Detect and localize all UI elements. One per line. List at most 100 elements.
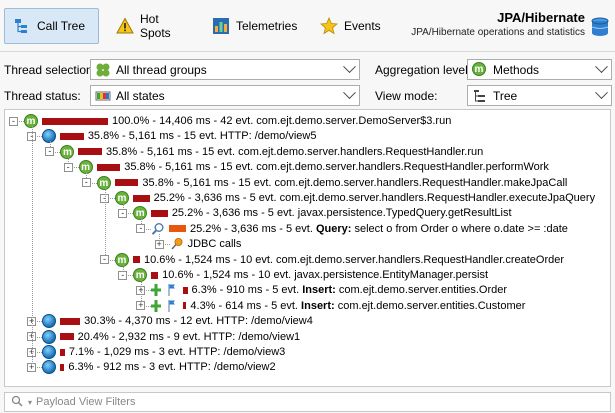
tree-expander[interactable]: - bbox=[118, 270, 128, 280]
app-window: Call Tree Hot Spots Telemetries Events J… bbox=[0, 0, 615, 413]
chevron-down-icon bbox=[343, 60, 356, 74]
tree-node-kind: Insert: bbox=[301, 299, 335, 312]
time-bar bbox=[183, 302, 187, 310]
tree-expander[interactable]: - bbox=[63, 162, 73, 172]
hot-spots-button[interactable]: Hot Spots bbox=[108, 8, 198, 44]
globe-icon bbox=[42, 314, 57, 329]
search-icon bbox=[11, 395, 23, 410]
tree-expander[interactable]: - bbox=[136, 224, 146, 234]
tree-node-label: 25.2% - 3,636 ms - 5 evt. com.ejt.demo.s… bbox=[153, 192, 596, 204]
view-title: JPA/Hibernate JPA/Hibernate operations a… bbox=[411, 10, 585, 38]
hot-spots-label: Hot Spots bbox=[140, 12, 171, 40]
tree-connector bbox=[122, 203, 124, 209]
tree-node[interactable]: m 10.6% - 1,524 ms - 10 evt. javax.persis… bbox=[133, 268, 488, 282]
tree-node-label: 6.3% - 912 ms - 3 evt. HTTP: /demo/view2 bbox=[68, 361, 276, 374]
tree-node[interactable]: m 35.8% - 5,161 ms - 15 evt. com.ejt.demo… bbox=[96, 175, 567, 190]
telemetries-label: Telemetries bbox=[236, 19, 298, 33]
tree-node-label: 35.8% - 5,161 ms - 15 evt. com.ejt.demo.… bbox=[106, 145, 484, 158]
view-subtitle-text: JPA/Hibernate operations and statistics bbox=[411, 27, 585, 38]
time-bar bbox=[133, 256, 140, 264]
toolbar: Call Tree Hot Spots Telemetries Events J… bbox=[0, 0, 615, 52]
globe-icon bbox=[42, 329, 57, 344]
time-bar bbox=[60, 363, 65, 371]
telemetries-button[interactable]: Telemetries bbox=[204, 8, 304, 44]
tree-expander[interactable]: + bbox=[154, 239, 164, 249]
time-bar bbox=[78, 148, 103, 156]
database-icon bbox=[589, 16, 611, 38]
tree-node[interactable]: m 25.2% - 3,636 ms - 5 evt. javax.persist… bbox=[133, 206, 512, 221]
view-mode-combo[interactable]: Tree bbox=[467, 85, 612, 106]
tree-node-label: 30.3% - 4,370 ms - 12 evt. HTTP: /demo/v… bbox=[84, 315, 313, 328]
tree-node-label: 10.6% - 1,524 ms - 10 evt. javax.persist… bbox=[162, 269, 489, 281]
tree-connector bbox=[140, 280, 142, 301]
tree-node[interactable]: m 25.2% - 3,636 ms - 5 evt. com.ejt.demo.… bbox=[115, 191, 595, 205]
warning-icon bbox=[116, 17, 134, 35]
tree-node-detail: com.ejt.demo.server.entities.Order bbox=[335, 284, 508, 297]
tree-node-label: 25.2% - 3,636 ms - 5 evt. javax.persiste… bbox=[171, 207, 512, 220]
payload-view-filter-placeholder: Payload View Filters bbox=[36, 396, 136, 408]
call-tree-icon bbox=[13, 17, 31, 35]
time-bar bbox=[60, 348, 65, 356]
tree-node[interactable]: 30.3% - 4,370 ms - 12 evt. HTTP: /demo/v… bbox=[42, 314, 313, 329]
tree-connector bbox=[104, 187, 106, 255]
tree-node-label: 100.0% - 14,406 ms - 42 evt. com.ejt.dem… bbox=[112, 115, 452, 127]
aggregation-level-combo[interactable]: m Methods bbox=[467, 59, 612, 80]
call-tree-label: Call Tree bbox=[37, 19, 86, 33]
tree-node-label: 35.8% - 5,161 ms - 15 evt. com.ejt.demo.… bbox=[124, 161, 549, 174]
tree-node-stats: 25.2% - 3,636 ms - 5 evt. bbox=[190, 222, 316, 235]
tree-node-detail: com.ejt.demo.server.entities.Customer bbox=[334, 299, 526, 312]
view-title-text: JPA/Hibernate bbox=[497, 10, 585, 25]
aggregation-level-label: Aggregation level: bbox=[375, 63, 472, 77]
star-icon bbox=[320, 16, 338, 35]
tree-connector bbox=[68, 156, 70, 163]
call-tree-button[interactable]: Call Tree bbox=[4, 8, 99, 44]
tree-node-stats: 4.3% - 614 ms - 5 evt. bbox=[190, 299, 302, 312]
tree-view-icon bbox=[472, 88, 488, 104]
tree-node[interactable]: 20.4% - 2,932 ms - 9 evt. HTTP: /demo/vi… bbox=[42, 329, 300, 344]
tree-expander[interactable]: - bbox=[118, 208, 128, 218]
tree-expander[interactable]: - bbox=[9, 116, 18, 126]
time-bar bbox=[151, 209, 168, 217]
events-button[interactable]: Events bbox=[312, 8, 392, 44]
tree-node-label: JDBC calls bbox=[187, 238, 242, 251]
tree-node[interactable]: 6.3% - 912 ms - 3 evt. HTTP: /demo/view2 bbox=[42, 360, 276, 375]
tree-connector bbox=[31, 126, 33, 363]
tree-expander[interactable]: - bbox=[100, 255, 109, 265]
tree-node[interactable]: m 100.0% - 14,406 ms - 42 evt. com.ejt.de… bbox=[24, 114, 451, 128]
method-icon: m bbox=[472, 61, 488, 78]
call-tree-panel[interactable]: - m 100.0% - 14,406 ms - 42 evt. com.ejt.d… bbox=[4, 109, 611, 387]
tree-node[interactable]: 35.8% - 5,161 ms - 15 evt. HTTP: /demo/v… bbox=[42, 129, 316, 144]
tree-node[interactable]: m 35.8% - 5,161 ms - 15 evt. com.ejt.demo… bbox=[78, 160, 549, 175]
view-mode-label: View mode: bbox=[375, 89, 438, 103]
tree-connector bbox=[86, 172, 88, 178]
chevron-down-icon bbox=[595, 86, 608, 100]
tree-connector bbox=[140, 218, 142, 224]
tree-node[interactable]: 25.2% - 3,636 ms - 5 evt. Query: select … bbox=[151, 222, 568, 236]
thread-status-combo[interactable]: All states bbox=[90, 85, 360, 106]
time-bar bbox=[60, 132, 84, 140]
chevron-down-icon bbox=[595, 60, 608, 74]
tree-node[interactable]: JDBC calls bbox=[170, 237, 242, 251]
tree-expander[interactable]: + bbox=[136, 301, 146, 311]
tree-node[interactable]: m 35.8% - 5,161 ms - 15 evt. com.ejt.demo… bbox=[60, 144, 484, 159]
tree-expander[interactable]: + bbox=[27, 362, 37, 372]
time-bar bbox=[151, 271, 159, 279]
insert-icon bbox=[151, 283, 179, 297]
tree-node[interactable]: 4.3% - 614 ms - 5 evt. Insert: com.ejt.d… bbox=[151, 299, 525, 313]
time-bar bbox=[60, 317, 81, 325]
globe-icon bbox=[42, 345, 57, 359]
tree-node[interactable]: 7.1% - 1,029 ms - 3 evt. HTTP: /demo/vie… bbox=[42, 345, 285, 359]
payload-view-filter[interactable]: ▾ Payload View Filters bbox=[4, 392, 611, 412]
tree-expander[interactable]: - bbox=[45, 147, 55, 157]
tree-node[interactable]: 6.3% - 910 ms - 5 evt. Insert: com.ejt.d… bbox=[151, 283, 507, 297]
tree-node[interactable]: m 10.6% - 1,524 ms - 10 evt. com.ejt.demo… bbox=[115, 252, 564, 267]
time-bar bbox=[183, 286, 188, 294]
thread-status-label: Thread status: bbox=[4, 89, 81, 103]
time-bar bbox=[114, 179, 139, 187]
tree-expander[interactable]: - bbox=[81, 178, 91, 188]
time-bar bbox=[96, 163, 121, 171]
thread-selection-combo[interactable]: All thread groups bbox=[90, 59, 360, 80]
tree-connector bbox=[49, 141, 51, 147]
thread-selection-value: All thread groups bbox=[116, 62, 207, 77]
events-label: Events bbox=[344, 19, 381, 33]
